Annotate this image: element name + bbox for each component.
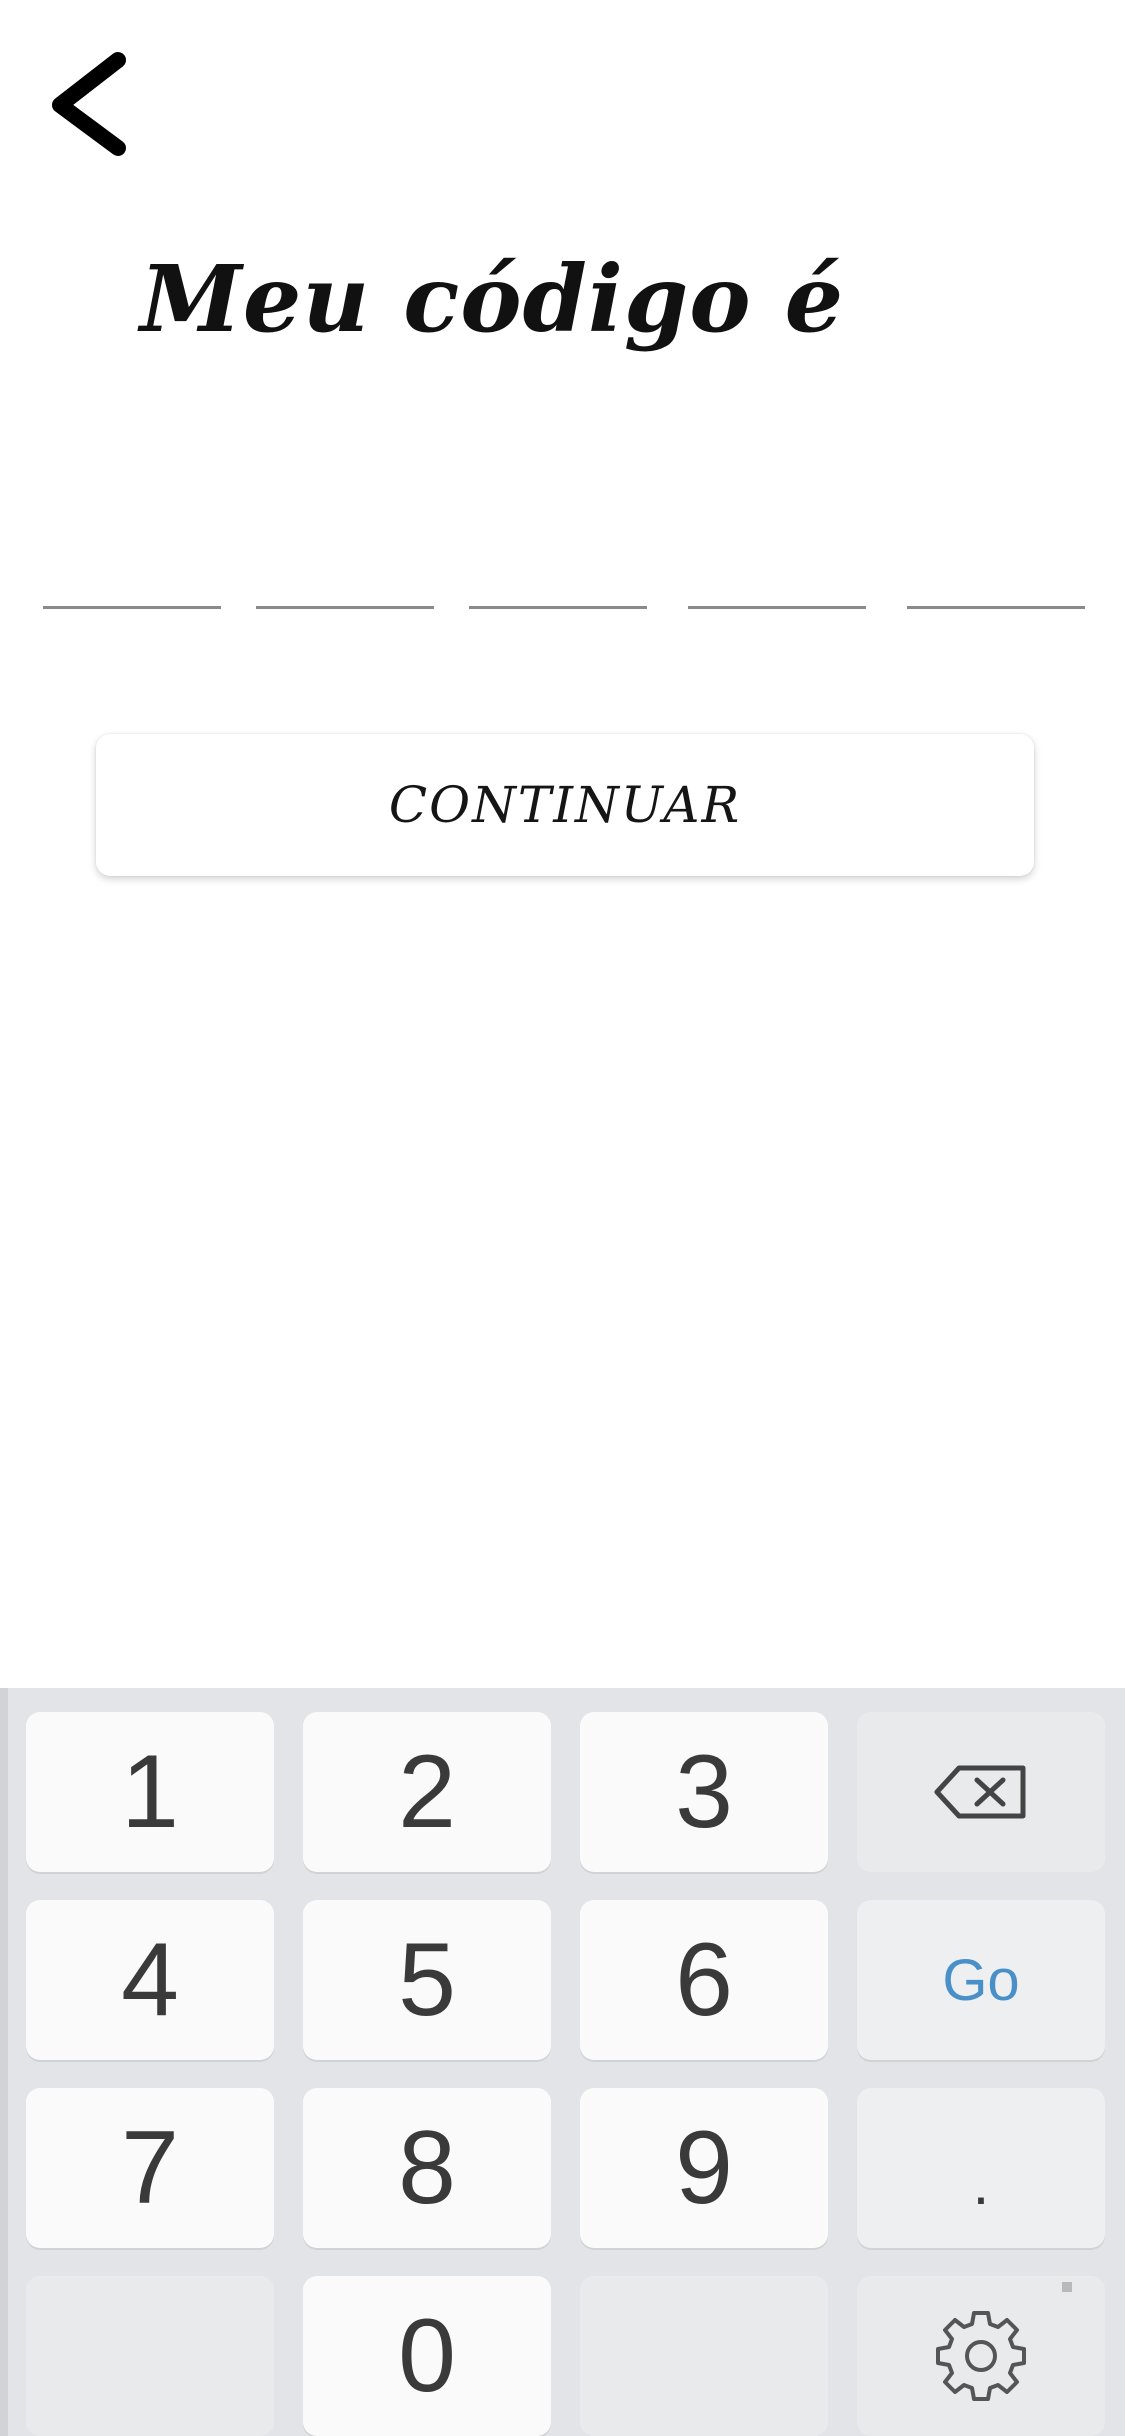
- back-button[interactable]: [40, 40, 150, 170]
- key-0[interactable]: 0: [303, 2276, 551, 2436]
- period-key[interactable]: .: [857, 2088, 1105, 2248]
- key-4[interactable]: 4: [26, 1900, 274, 2060]
- key-8[interactable]: 8: [303, 2088, 551, 2248]
- key-1[interactable]: 1: [26, 1712, 274, 1872]
- key-7[interactable]: 7: [26, 2088, 274, 2248]
- key-3[interactable]: 3: [580, 1712, 828, 1872]
- key-6[interactable]: 6: [580, 1900, 828, 2060]
- continue-button[interactable]: CONTINUAR: [96, 734, 1034, 876]
- key-2[interactable]: 2: [303, 1712, 551, 1872]
- code-digit-3[interactable]: [469, 540, 647, 609]
- chevron-left-icon: [52, 52, 126, 156]
- code-digit-1[interactable]: [43, 540, 221, 609]
- blank-key-left: [26, 2276, 274, 2436]
- gear-icon: [936, 2311, 1026, 2401]
- go-key[interactable]: Go: [857, 1900, 1105, 2060]
- code-digit-4[interactable]: [688, 540, 866, 609]
- settings-key[interactable]: [857, 2276, 1105, 2436]
- blank-key-right: [580, 2276, 828, 2436]
- backspace-key[interactable]: [857, 1712, 1105, 1872]
- key-9[interactable]: 9: [580, 2088, 828, 2248]
- backspace-icon: [934, 1765, 1026, 1819]
- key-5[interactable]: 5: [303, 1900, 551, 2060]
- keyboard-indicator-dot: [1062, 2282, 1072, 2292]
- page-title: Meu código é: [140, 245, 845, 353]
- numeric-keyboard: 1 2 3 4 5 6 Go 7 8 9 . 0: [0, 1688, 1125, 2436]
- code-digit-5[interactable]: [907, 540, 1085, 609]
- code-digit-2[interactable]: [256, 540, 434, 609]
